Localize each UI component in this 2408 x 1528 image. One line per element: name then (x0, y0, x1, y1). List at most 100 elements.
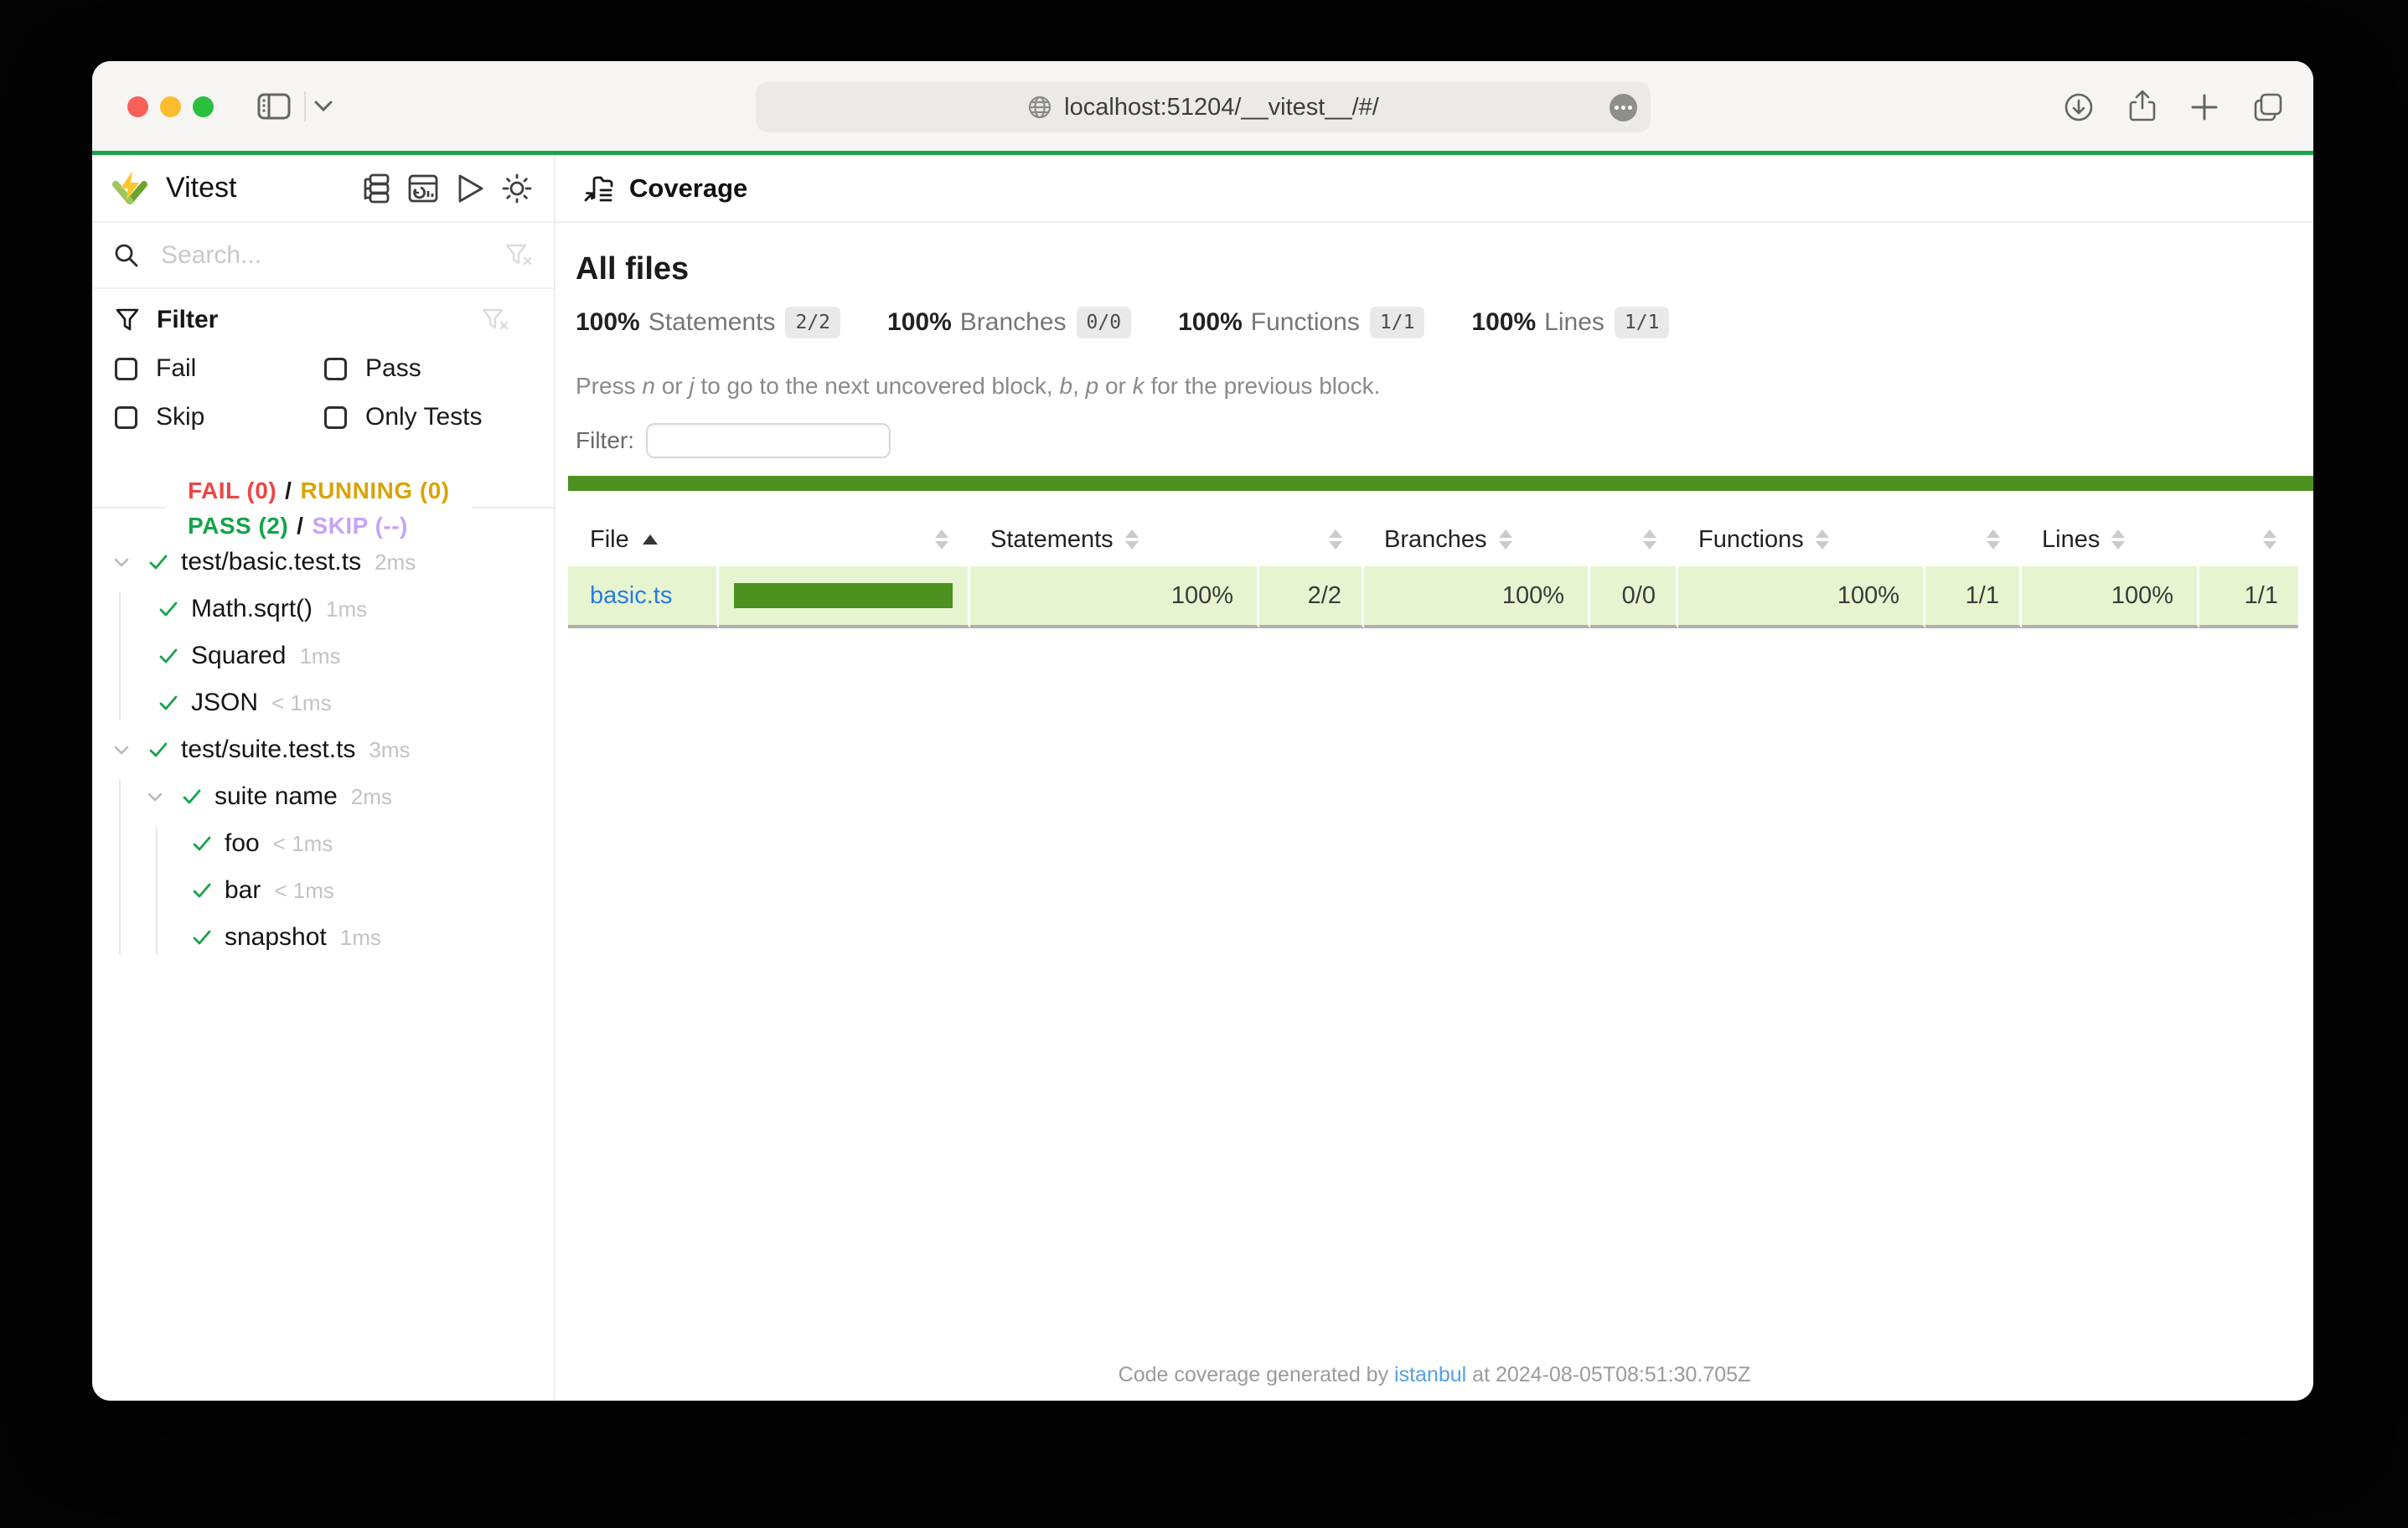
pass-count: PASS (2) (188, 513, 288, 539)
vitest-logo-icon (107, 166, 152, 211)
tree-item-test[interactable]: JSON < 1ms (92, 679, 554, 726)
sorter-icon (1499, 529, 1512, 550)
search-input[interactable] (161, 241, 505, 270)
table-cell-branches-pct: 100% (1364, 566, 1590, 628)
running-count: RUNNING (0) (300, 478, 449, 504)
filter-option-only-tests[interactable]: Only Tests (324, 396, 554, 438)
tree-item-test[interactable]: Squared 1ms (92, 632, 554, 679)
stat-functions: 100% Functions 1/1 (1178, 307, 1424, 338)
main-panel: Coverage All files 100% Statements 2/2 1… (555, 155, 2313, 1401)
coverage-report-icon (582, 173, 614, 204)
page-settings-button[interactable] (1610, 94, 1637, 121)
chevron-down-icon[interactable] (109, 737, 134, 762)
new-tab-button[interactable] (2190, 93, 2219, 121)
url-bar[interactable]: localhost:51204/__vitest__/#/ (756, 82, 1651, 132)
filter-option-fail[interactable]: Fail (115, 348, 324, 390)
column-header-lines-frac-sorter[interactable] (2199, 513, 2298, 566)
chevron-down-icon[interactable] (109, 550, 134, 575)
pass-check-icon (156, 690, 181, 715)
filter-option-pass[interactable]: Pass (324, 348, 554, 390)
fraction-badge: 1/1 (1370, 307, 1425, 338)
browser-window: localhost:51204/__vitest__/#/ (92, 61, 2313, 1401)
column-header-chart-sorter[interactable] (719, 513, 970, 566)
tree-item-file[interactable]: test/basic.test.ts 2ms (92, 539, 554, 586)
fraction-badge: 1/1 (1615, 307, 1670, 338)
filter-option-skip[interactable]: Skip (115, 396, 324, 438)
chevron-down-icon[interactable] (142, 784, 168, 809)
sorter-icon (1329, 529, 1342, 550)
coverage-table: File Statements Branches (568, 513, 2298, 628)
coverage-filter-label: Filter: (576, 427, 634, 454)
downloads-button[interactable] (2063, 91, 2095, 123)
sorter-icon (935, 529, 948, 550)
table-cell-lines-frac: 1/1 (2199, 566, 2298, 628)
tree-item-suite[interactable]: suite name 2ms (92, 773, 554, 820)
file-link[interactable]: basic.ts (590, 582, 672, 610)
tree-item-test[interactable]: Math.sqrt() 1ms (92, 586, 554, 632)
sorter-icon (1125, 529, 1139, 550)
duration: 2ms (375, 550, 416, 576)
sorter-icon (1643, 529, 1656, 550)
globe-icon (1027, 95, 1052, 120)
checkbox-only-tests[interactable] (324, 406, 347, 429)
run-all-icon[interactable] (453, 172, 487, 205)
column-header-functions-frac-sorter[interactable] (1925, 513, 2022, 566)
sorter-icon (2111, 529, 2125, 550)
duration: < 1ms (274, 878, 334, 904)
coverage-stats: 100% Statements 2/2 100% Branches 0/0 10… (576, 303, 2313, 342)
pass-check-icon (146, 737, 171, 762)
tree-guide-line (119, 592, 121, 720)
stat-statements: 100% Statements 2/2 (576, 307, 840, 338)
coverage-filter-input[interactable] (646, 423, 891, 458)
clear-filter-icon[interactable] (482, 307, 509, 333)
tree-item-test[interactable]: bar < 1ms (92, 867, 554, 914)
tree-guide-line (156, 827, 158, 954)
fraction-badge: 2/2 (785, 307, 840, 338)
sidebar-header: Vitest (92, 155, 554, 223)
dashboard-icon[interactable] (406, 172, 440, 205)
browser-toolbar: localhost:51204/__vitest__/#/ (92, 61, 2313, 151)
column-header-statements-frac-sorter[interactable] (1259, 513, 1364, 566)
minimize-window-button[interactable] (160, 96, 181, 117)
table-cell-branches-frac: 0/0 (1590, 566, 1678, 628)
app-title: Vitest (166, 172, 236, 204)
coverage-header: Coverage (555, 155, 2313, 223)
coverage-status-bar (568, 476, 2313, 491)
chevron-down-icon[interactable] (313, 100, 333, 113)
url-text: localhost:51204/__vitest__/#/ (1064, 94, 1379, 121)
sorter-icon (2263, 529, 2276, 550)
tab-overview-button[interactable] (2252, 91, 2284, 123)
sidebar-toggle-icon[interactable] (257, 93, 291, 120)
checkbox-fail[interactable] (115, 358, 137, 380)
coverage-report: All files 100% Statements 2/2 100% Branc… (555, 223, 2313, 1401)
duration: 1ms (299, 643, 340, 669)
vitest-sidebar: Vitest (92, 155, 555, 1401)
column-header-lines[interactable]: Lines (2022, 513, 2199, 566)
coverage-filter-row: Filter: (576, 422, 2313, 459)
clear-search-filter-icon[interactable] (505, 243, 532, 268)
checkbox-skip[interactable] (115, 406, 137, 429)
column-header-branches[interactable]: Branches (1364, 513, 1590, 566)
checkbox-pass[interactable] (324, 358, 347, 380)
tree-item-test[interactable]: snapshot 1ms (92, 914, 554, 961)
table-cell-file: basic.ts (568, 566, 719, 628)
tree-item-file[interactable]: test/suite.test.ts 3ms (92, 726, 554, 773)
theme-toggle-icon[interactable] (500, 172, 534, 205)
column-header-branches-frac-sorter[interactable] (1590, 513, 1678, 566)
pass-check-icon (156, 643, 181, 668)
pass-check-icon (189, 925, 214, 950)
zoom-window-button[interactable] (193, 96, 214, 117)
duration: 2ms (351, 784, 392, 810)
share-button[interactable] (2126, 90, 2158, 123)
close-window-button[interactable] (127, 96, 148, 117)
duration: < 1ms (273, 831, 333, 857)
tree-item-test[interactable]: foo < 1ms (92, 820, 554, 867)
coverage-footer: Code coverage generated by istanbul at 2… (555, 1363, 2313, 1401)
tree-view-icon[interactable] (359, 172, 393, 205)
table-cell-lines-pct: 100% (2022, 566, 2199, 628)
column-header-statements[interactable]: Statements (970, 513, 1259, 566)
column-header-file[interactable]: File (568, 513, 719, 566)
duration: 3ms (369, 737, 410, 763)
istanbul-link[interactable]: istanbul (1394, 1363, 1466, 1386)
column-header-functions[interactable]: Functions (1678, 513, 1925, 566)
